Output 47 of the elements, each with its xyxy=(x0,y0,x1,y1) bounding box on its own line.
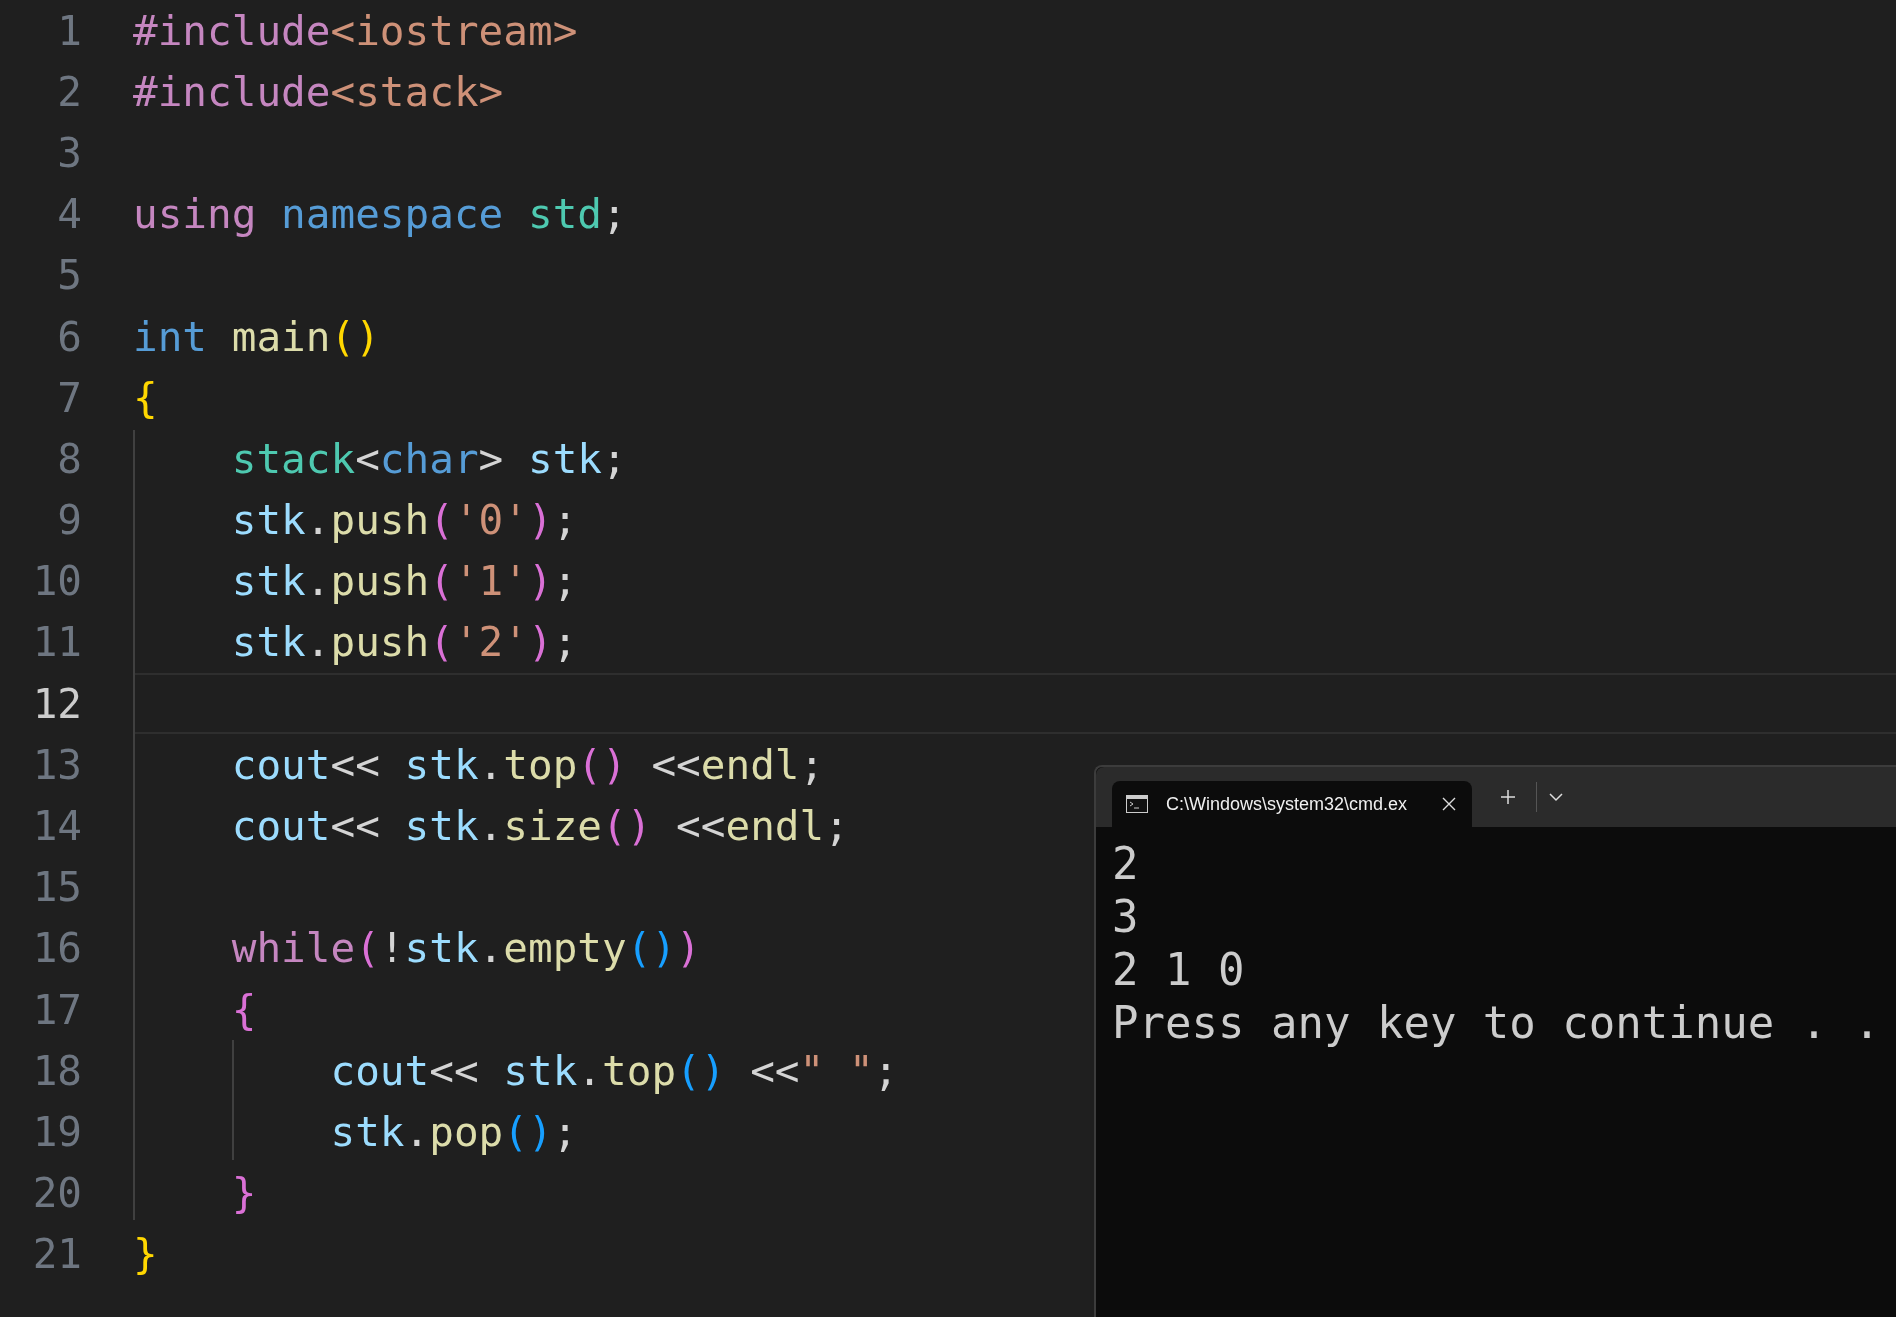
line-number: 20 xyxy=(31,1169,82,1218)
code-line: #include<stack> xyxy=(133,67,504,116)
line-number: 21 xyxy=(31,1230,82,1279)
terminal-tab[interactable]: C:\Windows\system32\cmd.ex xyxy=(1112,781,1472,827)
code-line: stk.push('2'); xyxy=(230,618,578,667)
line-number: 18 xyxy=(31,1046,82,1095)
code-line: #include<iostream> xyxy=(133,6,578,55)
line-number: 10 xyxy=(31,557,82,606)
code-line: stk.push('1'); xyxy=(230,557,578,606)
code-line: while(!stk.empty()) xyxy=(230,924,701,973)
line-number: 9 xyxy=(56,496,82,545)
chevron-down-icon[interactable] xyxy=(1549,792,1563,802)
plus-icon[interactable] xyxy=(1500,789,1516,805)
code-line: } xyxy=(133,1230,158,1279)
code-line: cout<< stk.size() <<endl; xyxy=(230,802,849,851)
line-number: 17 xyxy=(31,985,82,1034)
line-number: 8 xyxy=(56,434,82,483)
code-line: } xyxy=(230,1169,257,1218)
output-line: 2 xyxy=(1112,837,1140,890)
line-number: 12 xyxy=(31,679,82,728)
code-line: stack<char> stk; xyxy=(230,434,627,483)
code-line: { xyxy=(133,373,158,422)
output-line: 3 xyxy=(1112,890,1140,943)
line-number: 13 xyxy=(31,740,82,789)
line-number: 3 xyxy=(56,128,82,177)
code-line: using namespace std; xyxy=(133,190,627,239)
code-line: stk.pop(); xyxy=(329,1107,578,1156)
terminal-icon xyxy=(1126,795,1148,813)
code-line: cout<< stk.top() <<endl; xyxy=(230,740,825,789)
line-number: 11 xyxy=(31,618,82,667)
line-number: 15 xyxy=(31,863,82,912)
line-number: 6 xyxy=(56,312,82,361)
close-icon[interactable] xyxy=(1442,797,1456,811)
code-line: int main() xyxy=(133,312,380,361)
code-line: { xyxy=(230,985,257,1034)
output-line: 2 1 0 xyxy=(1112,943,1246,996)
line-number: 2 xyxy=(56,67,82,116)
output-line: Press any key to continue . . xyxy=(1112,996,1882,1049)
line-number: 4 xyxy=(56,190,82,239)
code-line: stk.push('0'); xyxy=(230,496,578,545)
line-number: 1 xyxy=(56,6,82,55)
line-number: 19 xyxy=(31,1107,82,1156)
line-number: 5 xyxy=(56,251,82,300)
line-number: 16 xyxy=(31,924,82,973)
line-number: 14 xyxy=(31,802,82,851)
line-number: 7 xyxy=(56,373,82,422)
code-line: cout<< stk.top() <<" "; xyxy=(329,1046,899,1095)
